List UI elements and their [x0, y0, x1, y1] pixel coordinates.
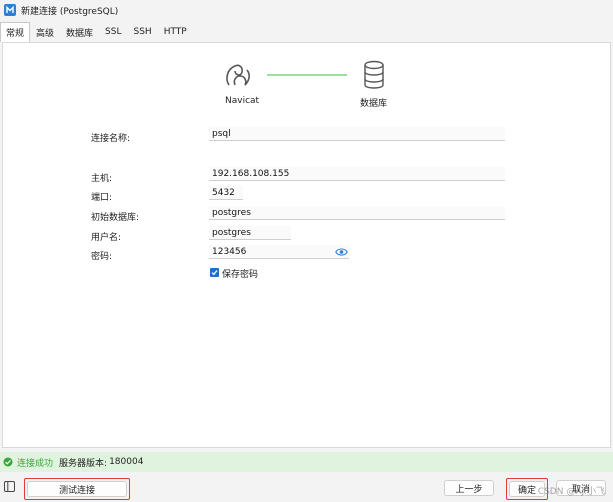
connection-diagram: Navicat 数据库 [223, 59, 393, 111]
server-version-value: 180004 [109, 457, 144, 467]
watermark: CSDN @AJ.小飞 [537, 487, 605, 497]
tab-ssh[interactable]: SSH [128, 22, 158, 42]
connection-name-label: 连接名称: [91, 134, 131, 144]
initial-database-input[interactable] [209, 206, 505, 220]
button-bar: 测试连接 上一步 确定 取消 CSDN @AJ.小飞 [0, 474, 613, 500]
save-password-label: 保存密码 [222, 270, 259, 280]
tab-general[interactable]: 常规 [0, 22, 31, 42]
diagram-navicat-label: Navicat [225, 96, 260, 106]
tab-advanced[interactable]: 高级 [30, 22, 60, 42]
title-bar: 新建连接 (PostgreSQL) [0, 0, 613, 20]
connection-result-text: 连接成功 [17, 458, 54, 469]
test-connection-button[interactable]: 测试连接 [27, 481, 127, 497]
status-bar: 连接成功 服务器版本: 180004 [0, 452, 613, 472]
tab-ssl[interactable]: SSL [99, 22, 127, 42]
success-check-icon [3, 457, 13, 467]
host-label: 主机: [91, 174, 113, 184]
diagram-database-label: 数据库 [360, 99, 388, 109]
previous-button[interactable]: 上一步 [444, 480, 494, 496]
panel-toggle-icon[interactable] [4, 481, 15, 492]
username-label: 用户名: [91, 233, 122, 243]
connection-name-input[interactable] [209, 127, 505, 141]
password-label: 密码: [91, 252, 113, 262]
tab-http[interactable]: HTTP [158, 22, 193, 42]
host-input[interactable] [209, 167, 505, 181]
checkmark-icon [211, 270, 218, 276]
port-label: 端口: [91, 193, 113, 203]
database-icon [364, 60, 384, 89]
navicat-app-icon [4, 4, 16, 16]
tab-bar: 常规 高级 数据库 SSL SSH HTTP [0, 22, 193, 42]
port-input[interactable] [209, 186, 243, 200]
initial-database-label: 初始数据库: [91, 213, 140, 223]
show-password-eye-icon[interactable] [335, 247, 348, 257]
save-password-checkbox[interactable] [210, 268, 219, 277]
navicat-logo-icon [226, 64, 250, 86]
tab-database[interactable]: 数据库 [60, 22, 99, 42]
general-panel: Navicat 数据库 连接名称: 主机: 端口: 初始数据库: 用户名: 密码… [2, 42, 611, 448]
diagram-graphic [226, 60, 384, 89]
password-input[interactable] [209, 245, 349, 259]
server-version-label: 服务器版本: [59, 458, 108, 469]
username-input[interactable] [209, 226, 291, 240]
window-title: 新建连接 (PostgreSQL) [21, 6, 119, 17]
